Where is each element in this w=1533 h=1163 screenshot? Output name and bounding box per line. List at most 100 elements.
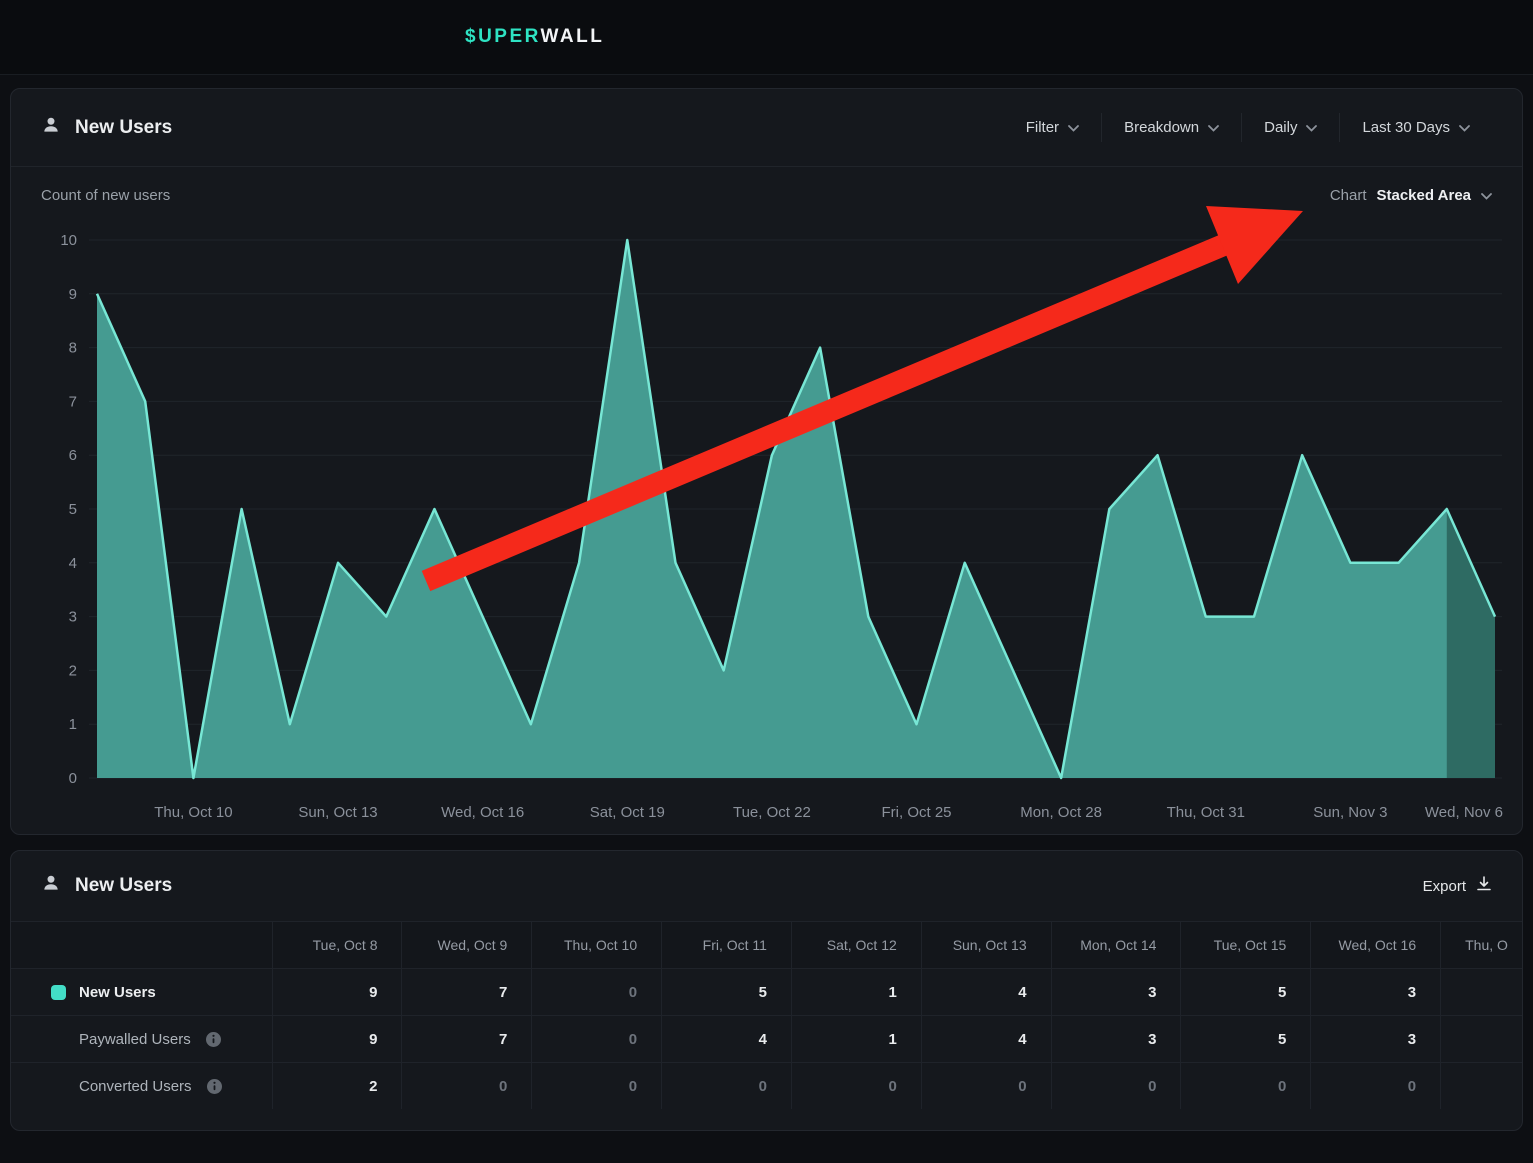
row-label: Paywalled Users: [79, 1031, 191, 1048]
table-cell: 0: [531, 969, 661, 1015]
table-panel-title: New Users: [41, 873, 172, 899]
table-cell-partial: [1440, 1016, 1522, 1062]
new-users-area-chart: 012345678910Thu, Oct 10Sun, Oct 13Wed, O…: [11, 214, 1524, 834]
svg-text:Wed, Nov 6: Wed, Nov 6: [1425, 804, 1503, 821]
svg-text:9: 9: [69, 286, 77, 303]
table-cell: 3: [1310, 1016, 1440, 1062]
row-label: New Users: [79, 984, 156, 1001]
column-header: Fri, Oct 11: [661, 922, 791, 968]
row-label: Converted Users: [79, 1078, 192, 1095]
breakdown-label: Breakdown: [1124, 119, 1199, 136]
column-header: Sun, Oct 13: [921, 922, 1051, 968]
table-cell-partial: [1440, 969, 1522, 1015]
user-icon: [41, 115, 61, 141]
new-users-table-panel: New Users Export Tue, Oct 8Wed, Oct 9Thu…: [10, 850, 1523, 1131]
new-users-chart-panel: New Users Filter Breakdown Daily Last 30…: [10, 88, 1523, 835]
svg-text:Mon, Oct 28: Mon, Oct 28: [1020, 804, 1102, 821]
chevron-down-icon: [1208, 119, 1219, 136]
table-cell: 9: [272, 1016, 402, 1062]
chevron-down-icon: [1481, 187, 1492, 204]
filter-label: Filter: [1026, 119, 1059, 136]
export-label: Export: [1423, 878, 1466, 895]
chevron-down-icon: [1306, 119, 1317, 136]
chevron-down-icon: [1068, 119, 1079, 136]
chart-type-dropdown[interactable]: Chart Stacked Area: [1330, 187, 1492, 204]
chart-sub-row: Count of new users Chart Stacked Area: [41, 185, 1492, 205]
logo-part-white: WALL: [541, 26, 605, 47]
series-swatch: [51, 985, 66, 1000]
row-label-cell: New Users: [11, 969, 272, 1015]
panel-title-text: New Users: [75, 117, 172, 139]
table-panel-title-text: New Users: [75, 875, 172, 897]
chevron-down-icon: [1459, 119, 1470, 136]
table-cell: 0: [661, 1063, 791, 1109]
table-cell: 0: [531, 1016, 661, 1062]
svg-text:Wed, Oct 16: Wed, Oct 16: [441, 804, 524, 821]
column-header: Tue, Oct 8: [272, 922, 402, 968]
date-range-dropdown[interactable]: Last 30 Days: [1339, 113, 1492, 142]
table-cell: 0: [1180, 1063, 1310, 1109]
column-header: Thu, Oct 10: [531, 922, 661, 968]
svg-text:10: 10: [60, 232, 77, 249]
table-cell: 0: [531, 1063, 661, 1109]
row-label-cell: Converted Users: [11, 1063, 272, 1109]
table-cell: 0: [791, 1063, 921, 1109]
export-button[interactable]: Export: [1423, 876, 1492, 896]
logo-part-teal: $UPER: [465, 26, 541, 47]
table-cell: 5: [1180, 1016, 1310, 1062]
chart-controls: Filter Breakdown Daily Last 30 Days: [1004, 113, 1492, 142]
svg-text:1: 1: [69, 716, 77, 733]
svg-text:Sun, Oct 13: Sun, Oct 13: [298, 804, 377, 821]
granularity-label: Daily: [1264, 119, 1297, 136]
chart-type-label: Chart: [1330, 187, 1367, 204]
table-cell: 1: [791, 969, 921, 1015]
table-cell: 1: [791, 1016, 921, 1062]
new-users-data-table: Tue, Oct 8Wed, Oct 9Thu, Oct 10Fri, Oct …: [11, 921, 1522, 1109]
svg-text:Sun, Nov 3: Sun, Nov 3: [1313, 804, 1387, 821]
svg-text:5: 5: [69, 501, 77, 518]
column-header: Wed, Oct 9: [401, 922, 531, 968]
svg-text:Thu, Oct 10: Thu, Oct 10: [154, 804, 232, 821]
download-icon: [1476, 876, 1492, 896]
table-header-row: Tue, Oct 8Wed, Oct 9Thu, Oct 10Fri, Oct …: [11, 921, 1522, 968]
table-cell: 3: [1051, 969, 1181, 1015]
table-cell: 4: [921, 969, 1051, 1015]
table-row: Paywalled Users970414353: [11, 1015, 1522, 1062]
superwall-logo[interactable]: $UPERWALL: [465, 26, 604, 48]
chart-subtitle: Count of new users: [41, 187, 170, 204]
info-icon[interactable]: [206, 1078, 223, 1095]
table-cell: 0: [1310, 1063, 1440, 1109]
svg-text:Tue, Oct 22: Tue, Oct 22: [733, 804, 811, 821]
column-header: Wed, Oct 16: [1310, 922, 1440, 968]
info-icon[interactable]: [205, 1031, 222, 1048]
column-header: Mon, Oct 14: [1051, 922, 1181, 968]
table-cell: 3: [1051, 1016, 1181, 1062]
table-cell: 3: [1310, 969, 1440, 1015]
date-range-label: Last 30 Days: [1362, 119, 1450, 136]
column-header-partial: Thu, O: [1440, 922, 1522, 968]
table-cell: 2: [272, 1063, 402, 1109]
table-cell: 7: [401, 1016, 531, 1062]
granularity-dropdown[interactable]: Daily: [1241, 113, 1339, 142]
table-cell: 5: [661, 969, 791, 1015]
svg-text:3: 3: [69, 609, 77, 626]
table-cell: 0: [401, 1063, 531, 1109]
svg-text:7: 7: [69, 393, 77, 410]
breakdown-dropdown[interactable]: Breakdown: [1101, 113, 1241, 142]
svg-text:Fri, Oct 25: Fri, Oct 25: [882, 804, 952, 821]
svg-text:Sat, Oct 19: Sat, Oct 19: [590, 804, 665, 821]
table-cell: 4: [661, 1016, 791, 1062]
table-cell: 0: [921, 1063, 1051, 1109]
user-icon: [41, 873, 61, 899]
chart-type-value: Stacked Area: [1377, 187, 1472, 204]
table-cell: 0: [1051, 1063, 1181, 1109]
svg-text:0: 0: [69, 770, 77, 787]
top-nav: $UPERWALL: [0, 0, 1533, 75]
filter-dropdown[interactable]: Filter: [1004, 113, 1101, 142]
table-cell-partial: [1440, 1063, 1522, 1109]
chart-panel-header: New Users Filter Breakdown Daily Last 30…: [11, 89, 1522, 167]
panel-title: New Users: [41, 115, 172, 141]
table-panel-header: New Users Export: [11, 851, 1522, 921]
svg-text:Thu, Oct 31: Thu, Oct 31: [1167, 804, 1245, 821]
table-cell: 9: [272, 969, 402, 1015]
